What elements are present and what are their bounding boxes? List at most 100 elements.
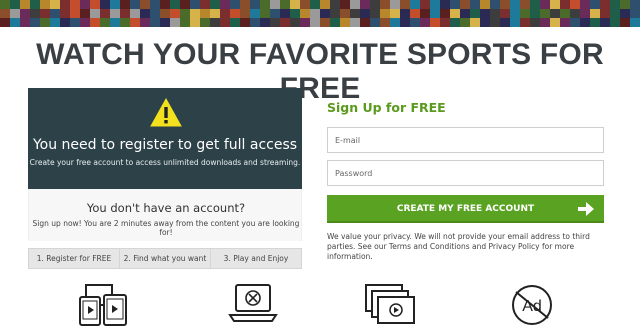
poster-thumbnail <box>80 18 90 27</box>
poster-thumbnail <box>430 18 440 27</box>
poster-thumbnail <box>0 9 10 18</box>
poster-thumbnail <box>70 9 80 18</box>
poster-thumbnail <box>290 18 300 27</box>
poster-thumbnail <box>620 9 630 18</box>
poster-thumbnail <box>290 9 300 18</box>
poster-thumbnail <box>220 0 230 9</box>
poster-thumbnail <box>230 9 240 18</box>
poster-thumbnail <box>460 18 470 27</box>
poster-thumbnail <box>270 9 280 18</box>
media-library-icon <box>365 284 415 324</box>
poster-thumbnail <box>610 9 620 18</box>
poster-thumbnail <box>490 0 500 9</box>
poster-thumbnail <box>330 0 340 9</box>
poster-thumbnail <box>240 18 250 27</box>
poster-thumbnail <box>20 18 30 27</box>
devices-icon <box>79 284 127 326</box>
poster-thumbnail <box>530 9 540 18</box>
poster-thumbnail <box>340 18 350 27</box>
poster-thumbnail <box>20 0 30 9</box>
poster-thumbnail <box>300 0 310 9</box>
poster-thumbnail <box>230 18 240 27</box>
poster-thumbnail <box>220 9 230 18</box>
account-text: Sign up now! You are 2 minutes away from… <box>32 219 300 237</box>
poster-thumbnail <box>250 0 260 9</box>
poster-thumbnail <box>410 0 420 9</box>
poster-thumbnail <box>290 0 300 9</box>
poster-thumbnail <box>540 9 550 18</box>
poster-thumbnail <box>130 0 140 9</box>
poster-thumbnail <box>150 9 160 18</box>
poster-thumbnail <box>600 18 610 27</box>
email-field[interactable] <box>327 127 604 153</box>
poster-thumbnail <box>180 0 190 9</box>
poster-thumbnail <box>630 18 640 27</box>
poster-thumbnail <box>580 9 590 18</box>
poster-thumbnail <box>0 18 10 27</box>
poster-thumbnail <box>360 18 370 27</box>
poster-thumbnail <box>120 0 130 9</box>
poster-thumbnail <box>510 18 520 27</box>
poster-thumbnail <box>260 0 270 9</box>
poster-thumbnail <box>540 0 550 9</box>
poster-thumbnail <box>120 18 130 27</box>
poster-thumbnail <box>370 0 380 9</box>
poster-thumbnail <box>60 9 70 18</box>
poster-thumbnail <box>450 9 460 18</box>
poster-thumbnail <box>570 18 580 27</box>
poster-thumbnail <box>400 9 410 18</box>
poster-thumbnail <box>300 18 310 27</box>
poster-thumbnail <box>60 18 70 27</box>
poster-thumbnail <box>400 0 410 9</box>
create-account-button[interactable]: CREATE MY FREE ACCOUNT <box>327 195 604 223</box>
poster-thumbnail <box>490 9 500 18</box>
poster-thumbnail <box>430 9 440 18</box>
poster-thumbnail <box>560 18 570 27</box>
steps-bar: 1. Register for FREE 2. Find what you wa… <box>28 248 302 269</box>
poster-thumbnail <box>180 9 190 18</box>
poster-thumbnail <box>130 18 140 27</box>
poster-thumbnail <box>170 9 180 18</box>
poster-thumbnail <box>30 0 40 9</box>
poster-thumbnail <box>540 18 550 27</box>
poster-thumbnail <box>420 9 430 18</box>
poster-thumbnail <box>190 9 200 18</box>
poster-thumbnail <box>190 18 200 27</box>
poster-thumbnail <box>230 0 240 9</box>
poster-thumbnail <box>510 9 520 18</box>
poster-thumbnail <box>370 9 380 18</box>
account-heading: You don't have an account? <box>86 201 246 215</box>
poster-thumbnail <box>500 18 510 27</box>
poster-thumbnail <box>450 18 460 27</box>
poster-thumbnail <box>70 18 80 27</box>
poster-thumbnail <box>140 0 150 9</box>
poster-thumbnail <box>550 9 560 18</box>
poster-thumbnail <box>270 0 280 9</box>
poster-thumbnail <box>430 0 440 9</box>
poster-thumbnail <box>490 18 500 27</box>
poster-thumbnail <box>240 0 250 9</box>
poster-thumbnail <box>260 18 270 27</box>
poster-thumbnail <box>280 9 290 18</box>
poster-thumbnail <box>600 0 610 9</box>
poster-thumbnail <box>520 9 530 18</box>
poster-thumbnail <box>190 0 200 9</box>
poster-thumbnail <box>520 0 530 9</box>
password-field[interactable] <box>327 160 604 186</box>
poster-thumbnail <box>530 0 540 9</box>
poster-thumbnail <box>170 18 180 27</box>
poster-thumbnail <box>460 0 470 9</box>
poster-thumbnail <box>200 18 210 27</box>
poster-thumbnail <box>70 0 80 9</box>
poster-thumbnail <box>440 0 450 9</box>
poster-thumbnail <box>280 0 290 9</box>
poster-thumbnail <box>510 0 520 9</box>
poster-thumbnail <box>590 9 600 18</box>
poster-thumbnail <box>570 9 580 18</box>
poster-thumbnail <box>330 9 340 18</box>
poster-thumbnail <box>90 0 100 9</box>
poster-thumbnail <box>340 0 350 9</box>
poster-thumbnail <box>520 18 530 27</box>
poster-thumbnail <box>270 18 280 27</box>
poster-thumbnail <box>630 9 640 18</box>
